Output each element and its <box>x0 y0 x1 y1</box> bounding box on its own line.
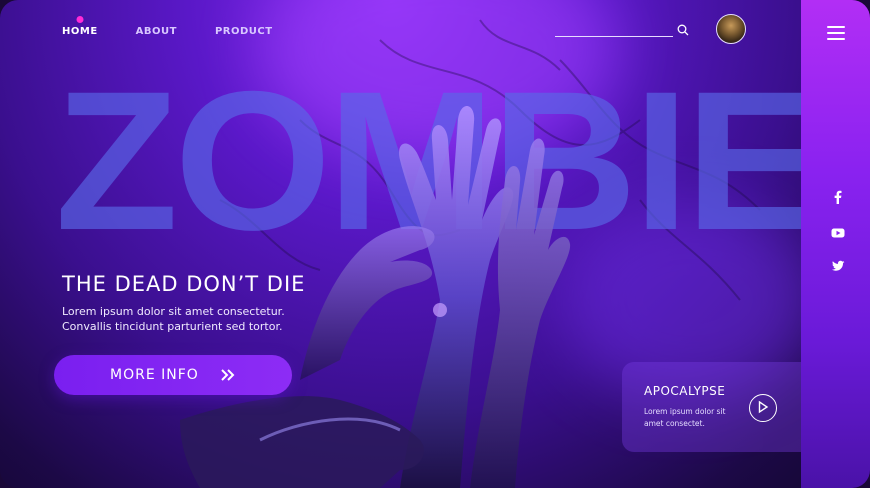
right-sidebar <box>801 0 870 488</box>
main-nav: HOME ABOUT PRODUCT <box>62 16 273 37</box>
play-button[interactable] <box>749 394 777 422</box>
nav-about[interactable]: ABOUT <box>136 26 177 37</box>
nav-home-label: HOME <box>62 26 98 37</box>
facebook-icon[interactable] <box>831 190 845 204</box>
hero-description: Lorem ipsum dolor sit amet consectetur. … <box>62 304 322 334</box>
more-info-label: MORE INFO <box>110 367 199 383</box>
user-avatar[interactable] <box>716 14 746 44</box>
search-field[interactable] <box>555 24 690 40</box>
card-text-line: amet consectet. <box>644 419 705 428</box>
search-icon[interactable] <box>677 24 689 36</box>
card-text-line: Lorem ipsum dolor sit <box>644 407 726 416</box>
active-indicator <box>76 16 84 23</box>
search-underline <box>555 36 673 37</box>
card-title: APOCALYPSE <box>644 384 726 398</box>
double-chevron-right-icon <box>221 369 235 381</box>
twitter-icon[interactable] <box>831 259 845 273</box>
more-info-button[interactable]: MORE INFO <box>54 355 292 395</box>
hamburger-icon[interactable] <box>827 26 845 40</box>
landing-page: ZOMBIE HOME ABOUT PRODUCT <box>0 0 870 488</box>
hero-description-line: Convallis tincidunt parturient sed torto… <box>62 320 283 333</box>
card-text: Lorem ipsum dolor sit amet consectet. <box>644 406 725 430</box>
youtube-icon[interactable] <box>831 226 845 240</box>
play-icon <box>758 400 768 413</box>
nav-product[interactable]: PRODUCT <box>215 26 273 37</box>
hero-description-line: Lorem ipsum dolor sit amet consectetur. <box>62 305 285 318</box>
nav-home[interactable]: HOME <box>62 16 98 37</box>
nav-product-label: PRODUCT <box>214 26 273 37</box>
nav-about-label: ABOUT <box>135 26 177 37</box>
hero-headline: THE DEAD DON’T DIE <box>62 272 306 296</box>
